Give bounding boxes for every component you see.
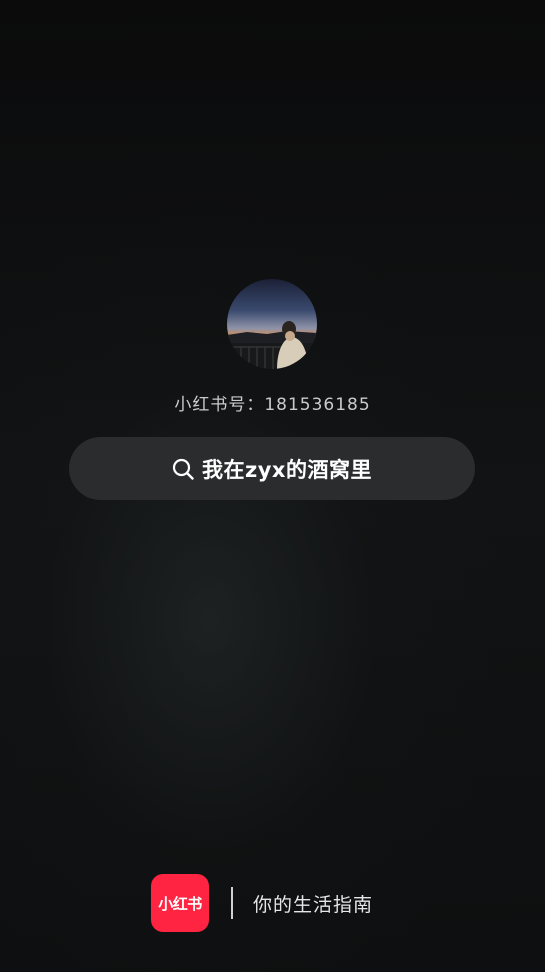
avatar[interactable] [227,279,317,369]
brand-footer: 小红书 你的生活指南 [151,874,373,932]
brand-slogan: 你的生活指南 [253,893,374,916]
app-logo: 小红书 [151,874,209,932]
search-button[interactable]: 我在zyx的酒窝里 [69,437,475,500]
share-screen: 小红书号：181536185 我在zyx的酒窝里 小红书 你的生活指南 [0,0,545,972]
profile-photo [227,279,317,369]
search-query: 我在zyx的酒窝里 [202,457,372,482]
search-icon [172,458,194,480]
user-id: 小红书号：181536185 [174,395,371,415]
divider [231,887,233,919]
